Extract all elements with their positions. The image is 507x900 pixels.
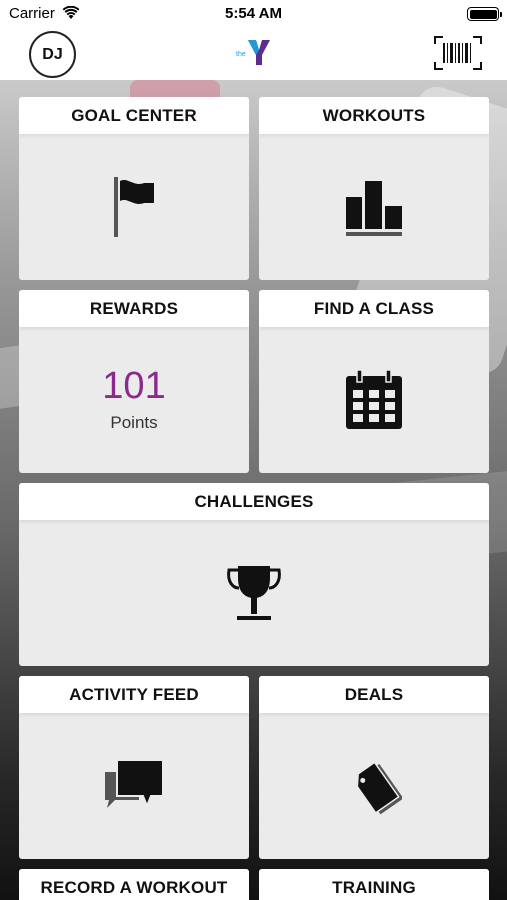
goal-center-title: GOAL CENTER [19,97,249,134]
activity-feed-title: ACTIVITY FEED [19,676,249,713]
rewards-tile[interactable]: REWARDS 101 Points [19,290,249,473]
bar-chart-icon [346,181,402,236]
goal-center-tile[interactable]: GOAL CENTER [19,97,249,280]
workouts-title: WORKOUTS [259,97,489,134]
clock: 5:54 AM [225,5,282,22]
activity-feed-tile[interactable]: ACTIVITY FEED [19,676,249,859]
challenges-title: CHALLENGES [19,483,489,520]
rewards-points-value: 101 [102,365,166,407]
rewards-points-label: Points [110,413,158,432]
record-a-workout-tile[interactable]: RECORD A WORKOUT [19,869,249,900]
challenges-tile[interactable]: CHALLENGES [19,483,489,666]
training-title: TRAINING [259,869,489,900]
calendar-icon [346,370,402,429]
deals-title: DEALS [259,676,489,713]
trophy-icon [227,566,281,620]
rewards-title: REWARDS [19,290,249,327]
chat-bubbles-icon [105,759,164,809]
barcode-scan-icon[interactable] [434,36,482,70]
flag-icon [114,177,154,237]
workouts-tile[interactable]: WORKOUTS [259,97,489,280]
battery-icon [467,7,502,21]
nav-bar: DJ the [0,28,507,80]
deals-tile[interactable]: DEALS [259,676,489,859]
logo-text: the [236,51,246,58]
status-bar: Carrier 5:54 AM [0,0,507,28]
find-a-class-tile[interactable]: FIND A CLASS [259,290,489,473]
profile-avatar-button[interactable]: DJ [29,31,76,78]
training-tile[interactable]: TRAINING [259,869,489,900]
record-a-workout-title: RECORD A WORKOUT [19,869,249,900]
find-a-class-title: FIND A CLASS [259,290,489,327]
price-tag-icon [351,761,402,815]
ymca-logo-icon: the [236,40,270,65]
